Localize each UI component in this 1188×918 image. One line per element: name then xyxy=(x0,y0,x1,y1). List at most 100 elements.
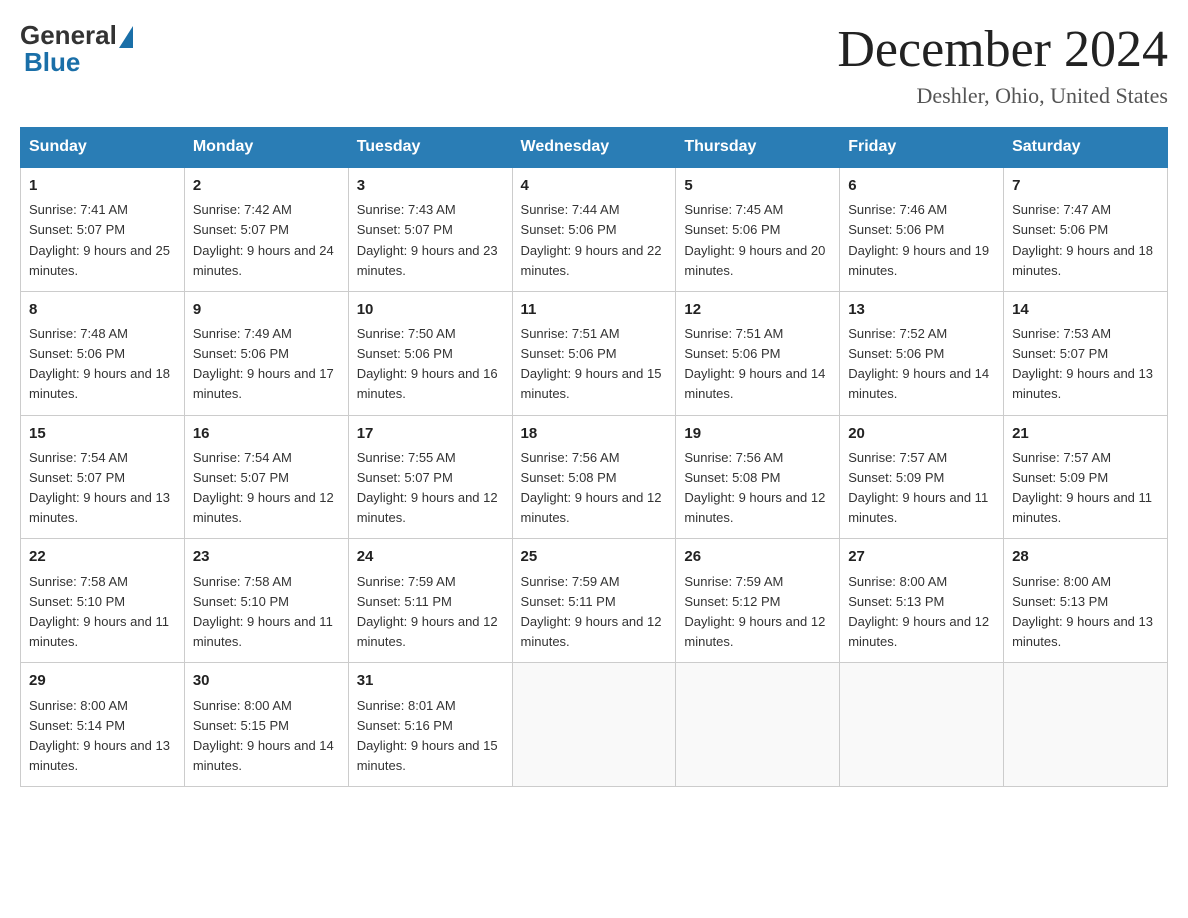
day-number: 17 xyxy=(357,422,504,445)
day-number: 23 xyxy=(193,545,340,568)
calendar-cell: 10 Sunrise: 7:50 AMSunset: 5:06 PMDayligh… xyxy=(348,291,512,415)
calendar-cell: 14 Sunrise: 7:53 AMSunset: 5:07 PMDayligh… xyxy=(1004,291,1168,415)
day-number: 13 xyxy=(848,298,995,321)
day-info: Sunrise: 8:01 AMSunset: 5:16 PMDaylight:… xyxy=(357,698,498,773)
calendar-cell xyxy=(840,663,1004,787)
day-info: Sunrise: 8:00 AMSunset: 5:14 PMDaylight:… xyxy=(29,698,170,773)
day-info: Sunrise: 7:46 AMSunset: 5:06 PMDaylight:… xyxy=(848,202,989,277)
day-number: 4 xyxy=(521,174,668,197)
day-number: 7 xyxy=(1012,174,1159,197)
calendar-cell: 23 Sunrise: 7:58 AMSunset: 5:10 PMDayligh… xyxy=(184,539,348,663)
day-number: 1 xyxy=(29,174,176,197)
day-info: Sunrise: 7:45 AMSunset: 5:06 PMDaylight:… xyxy=(684,202,825,277)
day-number: 9 xyxy=(193,298,340,321)
day-info: Sunrise: 7:51 AMSunset: 5:06 PMDaylight:… xyxy=(521,326,662,401)
location-title: Deshler, Ohio, United States xyxy=(837,83,1168,109)
day-number: 22 xyxy=(29,545,176,568)
day-number: 29 xyxy=(29,669,176,692)
calendar-cell: 15Sunrise: 7:54 AMSunset: 5:07 PMDayligh… xyxy=(21,415,185,539)
day-info: Sunrise: 7:47 AMSunset: 5:06 PMDaylight:… xyxy=(1012,202,1153,277)
day-number: 10 xyxy=(357,298,504,321)
day-info: Sunrise: 7:57 AMSunset: 5:09 PMDaylight:… xyxy=(848,450,988,525)
calendar-cell: 13 Sunrise: 7:52 AMSunset: 5:06 PMDayligh… xyxy=(840,291,1004,415)
day-info: Sunrise: 8:00 AMSunset: 5:15 PMDaylight:… xyxy=(193,698,334,773)
calendar-week-row: 29 Sunrise: 8:00 AMSunset: 5:14 PMDayligh… xyxy=(21,663,1168,787)
day-number: 28 xyxy=(1012,545,1159,568)
calendar-cell: 6 Sunrise: 7:46 AMSunset: 5:06 PMDaylight… xyxy=(840,167,1004,291)
calendar-cell: 22 Sunrise: 7:58 AMSunset: 5:10 PMDayligh… xyxy=(21,539,185,663)
col-header-friday: Friday xyxy=(840,128,1004,168)
calendar-cell: 2 Sunrise: 7:42 AMSunset: 5:07 PMDaylight… xyxy=(184,167,348,291)
month-title: December 2024 xyxy=(837,20,1168,79)
day-number: 25 xyxy=(521,545,668,568)
day-number: 6 xyxy=(848,174,995,197)
calendar-cell: 31 Sunrise: 8:01 AMSunset: 5:16 PMDayligh… xyxy=(348,663,512,787)
calendar-cell: 16 Sunrise: 7:54 AMSunset: 5:07 PMDayligh… xyxy=(184,415,348,539)
col-header-saturday: Saturday xyxy=(1004,128,1168,168)
calendar-cell: 19 Sunrise: 7:56 AMSunset: 5:08 PMDayligh… xyxy=(676,415,840,539)
calendar-cell xyxy=(512,663,676,787)
day-info: Sunrise: 7:52 AMSunset: 5:06 PMDaylight:… xyxy=(848,326,989,401)
day-number: 3 xyxy=(357,174,504,197)
day-number: 2 xyxy=(193,174,340,197)
day-number: 14 xyxy=(1012,298,1159,321)
day-info: Sunrise: 7:48 AMSunset: 5:06 PMDaylight:… xyxy=(29,326,170,401)
day-info: Sunrise: 7:55 AMSunset: 5:07 PMDaylight:… xyxy=(357,450,498,525)
calendar-cell: 12 Sunrise: 7:51 AMSunset: 5:06 PMDayligh… xyxy=(676,291,840,415)
calendar-week-row: 22 Sunrise: 7:58 AMSunset: 5:10 PMDayligh… xyxy=(21,539,1168,663)
calendar-cell xyxy=(676,663,840,787)
calendar-week-row: 15Sunrise: 7:54 AMSunset: 5:07 PMDayligh… xyxy=(21,415,1168,539)
day-number: 11 xyxy=(521,298,668,321)
day-info: Sunrise: 7:50 AMSunset: 5:06 PMDaylight:… xyxy=(357,326,498,401)
calendar-table: SundayMondayTuesdayWednesdayThursdayFrid… xyxy=(20,127,1168,787)
calendar-cell: 20 Sunrise: 7:57 AMSunset: 5:09 PMDayligh… xyxy=(840,415,1004,539)
day-info: Sunrise: 7:51 AMSunset: 5:06 PMDaylight:… xyxy=(684,326,825,401)
day-number: 5 xyxy=(684,174,831,197)
day-info: Sunrise: 8:00 AMSunset: 5:13 PMDaylight:… xyxy=(848,574,989,649)
day-number: 12 xyxy=(684,298,831,321)
day-number: 26 xyxy=(684,545,831,568)
title-area: December 2024 Deshler, Ohio, United Stat… xyxy=(837,20,1168,109)
day-info: Sunrise: 7:53 AMSunset: 5:07 PMDaylight:… xyxy=(1012,326,1153,401)
day-info: Sunrise: 8:00 AMSunset: 5:13 PMDaylight:… xyxy=(1012,574,1153,649)
day-number: 8 xyxy=(29,298,176,321)
calendar-cell: 11 Sunrise: 7:51 AMSunset: 5:06 PMDayligh… xyxy=(512,291,676,415)
calendar-week-row: 8 Sunrise: 7:48 AMSunset: 5:06 PMDaylight… xyxy=(21,291,1168,415)
day-number: 30 xyxy=(193,669,340,692)
day-info: Sunrise: 7:56 AMSunset: 5:08 PMDaylight:… xyxy=(521,450,662,525)
day-info: Sunrise: 7:59 AMSunset: 5:11 PMDaylight:… xyxy=(357,574,498,649)
day-info: Sunrise: 7:42 AMSunset: 5:07 PMDaylight:… xyxy=(193,202,334,277)
calendar-cell: 25 Sunrise: 7:59 AMSunset: 5:11 PMDayligh… xyxy=(512,539,676,663)
calendar-cell xyxy=(1004,663,1168,787)
day-number: 20 xyxy=(848,422,995,445)
calendar-cell: 26 Sunrise: 7:59 AMSunset: 5:12 PMDayligh… xyxy=(676,539,840,663)
col-header-thursday: Thursday xyxy=(676,128,840,168)
calendar-cell: 28 Sunrise: 8:00 AMSunset: 5:13 PMDayligh… xyxy=(1004,539,1168,663)
col-header-monday: Monday xyxy=(184,128,348,168)
logo: General Blue xyxy=(20,20,133,78)
day-info: Sunrise: 7:41 AMSunset: 5:07 PMDaylight:… xyxy=(29,202,170,277)
calendar-cell: 24Sunrise: 7:59 AMSunset: 5:11 PMDayligh… xyxy=(348,539,512,663)
day-number: 18 xyxy=(521,422,668,445)
calendar-cell: 27Sunrise: 8:00 AMSunset: 5:13 PMDayligh… xyxy=(840,539,1004,663)
calendar-header-row: SundayMondayTuesdayWednesdayThursdayFrid… xyxy=(21,128,1168,168)
calendar-cell: 3Sunrise: 7:43 AMSunset: 5:07 PMDaylight… xyxy=(348,167,512,291)
day-info: Sunrise: 7:57 AMSunset: 5:09 PMDaylight:… xyxy=(1012,450,1152,525)
col-header-tuesday: Tuesday xyxy=(348,128,512,168)
calendar-cell: 5 Sunrise: 7:45 AMSunset: 5:06 PMDaylight… xyxy=(676,167,840,291)
day-number: 31 xyxy=(357,669,504,692)
day-info: Sunrise: 7:58 AMSunset: 5:10 PMDaylight:… xyxy=(193,574,333,649)
calendar-cell: 21Sunrise: 7:57 AMSunset: 5:09 PMDayligh… xyxy=(1004,415,1168,539)
day-number: 16 xyxy=(193,422,340,445)
calendar-cell: 29 Sunrise: 8:00 AMSunset: 5:14 PMDayligh… xyxy=(21,663,185,787)
calendar-cell: 18 Sunrise: 7:56 AMSunset: 5:08 PMDayligh… xyxy=(512,415,676,539)
day-info: Sunrise: 7:58 AMSunset: 5:10 PMDaylight:… xyxy=(29,574,169,649)
day-info: Sunrise: 7:59 AMSunset: 5:11 PMDaylight:… xyxy=(521,574,662,649)
calendar-cell: 17 Sunrise: 7:55 AMSunset: 5:07 PMDayligh… xyxy=(348,415,512,539)
day-info: Sunrise: 7:59 AMSunset: 5:12 PMDaylight:… xyxy=(684,574,825,649)
day-info: Sunrise: 7:56 AMSunset: 5:08 PMDaylight:… xyxy=(684,450,825,525)
logo-triangle-icon xyxy=(119,26,133,48)
day-number: 19 xyxy=(684,422,831,445)
col-header-wednesday: Wednesday xyxy=(512,128,676,168)
day-info: Sunrise: 7:54 AMSunset: 5:07 PMDaylight:… xyxy=(193,450,334,525)
